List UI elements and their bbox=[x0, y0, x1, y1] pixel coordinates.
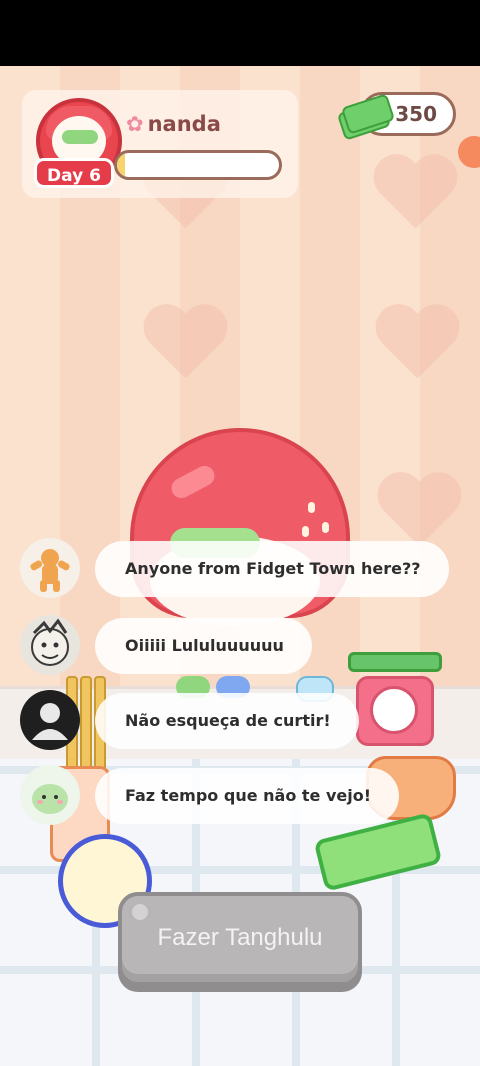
berry-seed bbox=[322, 522, 329, 533]
berry-seed bbox=[308, 502, 315, 513]
status-bar bbox=[0, 0, 480, 66]
game-scene: Day 6 ✿ nanda 350 Anyone from Fidget Town… bbox=[0, 66, 480, 1066]
player-name: ✿ nanda bbox=[126, 112, 221, 136]
berry-seed bbox=[302, 526, 309, 537]
make-tanghulu-button[interactable]: Fazer Tanghulu bbox=[118, 892, 362, 986]
player-card[interactable]: Day 6 ✿ nanda bbox=[22, 90, 298, 198]
chat-bubble: Oiiiii Lululuuuuuu bbox=[95, 618, 312, 674]
scale-dial bbox=[370, 686, 418, 734]
heart-decoration bbox=[372, 306, 462, 386]
gingerbread-avatar bbox=[20, 538, 80, 598]
chat-bubble: Anyone from Fidget Town here?? bbox=[95, 541, 449, 597]
flower-icon: ✿ bbox=[126, 112, 144, 136]
make-tanghulu-label: Fazer Tanghulu bbox=[157, 924, 323, 951]
avatar-leaf bbox=[62, 130, 98, 144]
default-avatar bbox=[20, 690, 80, 750]
day-badge: Day 6 bbox=[34, 158, 114, 188]
xp-progress-fill bbox=[117, 153, 126, 177]
berry-shine bbox=[167, 462, 219, 502]
chat-bubble: Faz tempo que não te vejo! bbox=[95, 768, 399, 824]
scale-top bbox=[348, 652, 442, 672]
player-name-text: nanda bbox=[147, 112, 221, 136]
xp-progress-bar bbox=[114, 150, 282, 180]
side-menu-orb[interactable] bbox=[458, 136, 480, 168]
money-value: 350 bbox=[395, 102, 437, 126]
sketch-avatar bbox=[20, 615, 80, 675]
chat-bubble: Não esqueça de curtir! bbox=[95, 693, 359, 749]
heart-decoration bbox=[370, 156, 460, 236]
heart-decoration bbox=[140, 306, 230, 386]
cash-icon bbox=[336, 93, 396, 141]
green-blob-avatar bbox=[20, 765, 80, 825]
